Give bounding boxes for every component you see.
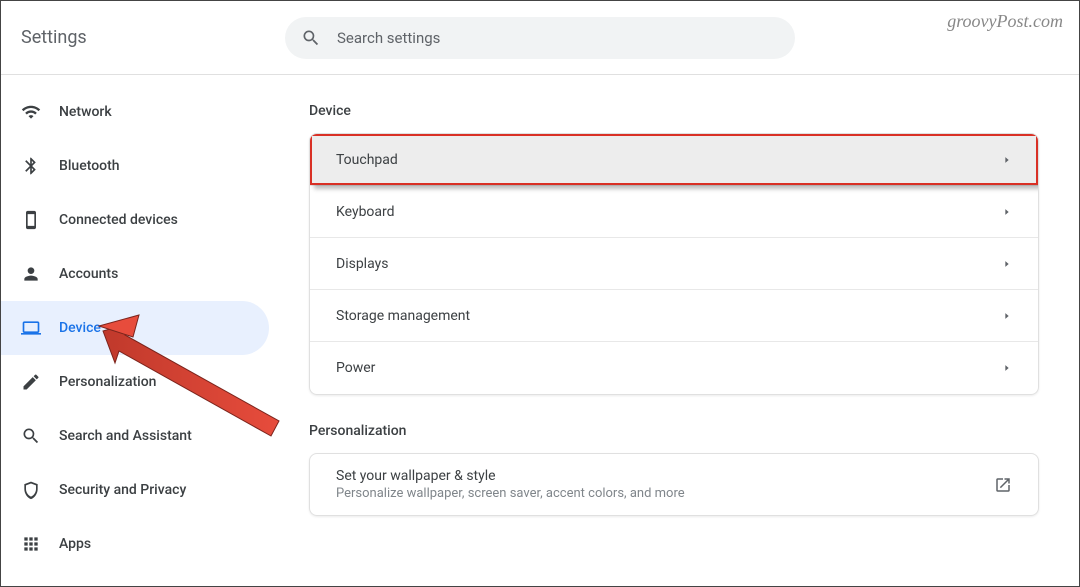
chevron-right-icon (1002, 155, 1012, 165)
person-icon (21, 264, 41, 284)
laptop-icon (21, 318, 41, 338)
row-label: Keyboard (336, 204, 395, 220)
wifi-icon (21, 102, 41, 122)
row-storage[interactable]: Storage management (310, 290, 1038, 342)
row-label: Power (336, 360, 375, 376)
watermark: groovyPost.com (947, 11, 1063, 32)
chevron-right-icon (1002, 311, 1012, 321)
row-displays[interactable]: Displays (310, 238, 1038, 290)
chevron-right-icon (1002, 259, 1012, 269)
search-input[interactable] (337, 29, 779, 47)
sidebar-item-network[interactable]: Network (1, 85, 269, 139)
main-content: Device Touchpad Keyboard Displays Storag… (269, 75, 1079, 586)
section-title-personalization: Personalization (309, 423, 1039, 439)
sidebar-item-label: Search and Assistant (59, 428, 192, 444)
search-icon (301, 28, 321, 48)
row-label: Touchpad (336, 152, 398, 168)
open-in-new-icon (994, 476, 1012, 494)
sidebar-item-label: Accounts (59, 266, 118, 282)
sidebar-item-connected-devices[interactable]: Connected devices (1, 193, 269, 247)
shield-icon (21, 480, 41, 500)
wallpaper-title: Set your wallpaper & style (336, 468, 685, 484)
bluetooth-icon (21, 156, 41, 176)
personalization-card: Set your wallpaper & style Personalize w… (309, 453, 1039, 516)
sidebar-item-label: Connected devices (59, 212, 178, 228)
row-touchpad[interactable]: Touchpad (310, 134, 1038, 186)
row-label: Displays (336, 256, 388, 272)
wallpaper-subtitle: Personalize wallpaper, screen saver, acc… (336, 486, 685, 501)
row-keyboard[interactable]: Keyboard (310, 186, 1038, 238)
header: Settings (1, 1, 1079, 75)
pen-icon (21, 372, 41, 392)
sidebar-item-device[interactable]: Device (1, 301, 269, 355)
chevron-right-icon (1002, 363, 1012, 373)
apps-icon (21, 534, 41, 554)
sidebar-item-personalization[interactable]: Personalization (1, 355, 269, 409)
phone-icon (21, 210, 41, 230)
sidebar-item-apps[interactable]: Apps (1, 517, 269, 571)
row-wallpaper[interactable]: Set your wallpaper & style Personalize w… (310, 454, 1038, 515)
sidebar: Network Bluetooth Connected devices Acco… (1, 75, 269, 586)
sidebar-item-label: Security and Privacy (59, 482, 186, 498)
row-power[interactable]: Power (310, 342, 1038, 394)
device-card: Touchpad Keyboard Displays Storage manag… (309, 133, 1039, 395)
sidebar-item-label: Device (59, 320, 101, 336)
sidebar-item-label: Apps (59, 536, 91, 552)
sidebar-item-security[interactable]: Security and Privacy (1, 463, 269, 517)
sidebar-item-label: Bluetooth (59, 158, 120, 174)
row-label: Storage management (336, 308, 470, 324)
sidebar-item-label: Personalization (59, 374, 156, 390)
sidebar-item-bluetooth[interactable]: Bluetooth (1, 139, 269, 193)
sidebar-item-label: Network (59, 104, 112, 120)
sidebar-item-search-assistant[interactable]: Search and Assistant (1, 409, 269, 463)
chevron-right-icon (1002, 207, 1012, 217)
highlight-frame (310, 134, 1038, 185)
page-title: Settings (21, 27, 87, 48)
search-icon (21, 426, 41, 446)
search-box[interactable] (285, 17, 795, 59)
section-title-device: Device (309, 103, 1039, 119)
sidebar-item-accounts[interactable]: Accounts (1, 247, 269, 301)
